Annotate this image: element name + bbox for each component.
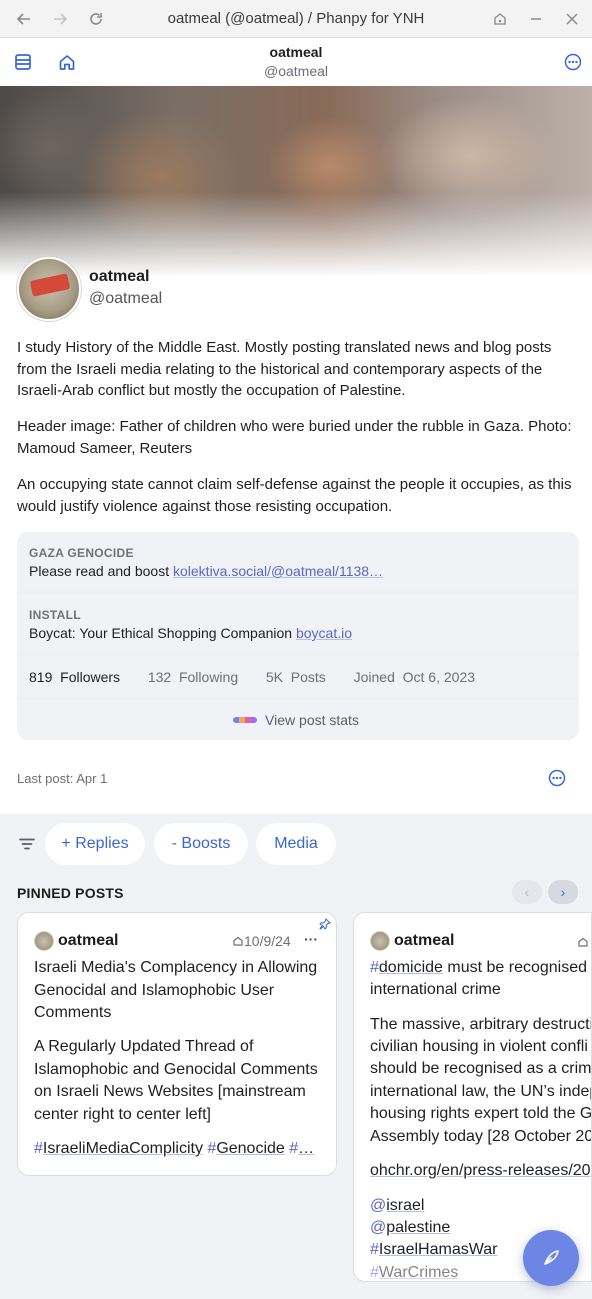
header-handle: @oatmeal	[263, 63, 329, 79]
stats-dots-icon	[233, 717, 258, 723]
post-timestamp[interactable]: 10/9/24	[232, 933, 291, 949]
pinned-posts-label: PINNED POSTS	[17, 885, 124, 901]
post-title: #domicide must be recognised	[370, 959, 588, 976]
post-body-line: Assembly today [28 October 20	[370, 1128, 592, 1145]
post-body-line: international law, the UN’s indep	[370, 1083, 592, 1100]
post-author[interactable]: oatmeal	[58, 932, 118, 950]
pinned-post-card[interactable]: oatmeal 10/9/24 ··· Israeli Media's Comp…	[17, 912, 337, 1176]
following-count: 132	[147, 669, 172, 685]
field-link[interactable]: boycat.io	[296, 625, 352, 641]
hashtag-link[interactable]: #domicide	[370, 959, 443, 976]
post-title-line: international crime	[370, 981, 501, 998]
filter-bar: + Replies - Boosts Media	[0, 815, 592, 873]
hashtag-link[interactable]: #…	[289, 1140, 314, 1157]
post-body-line: should be recognised as a crim	[370, 1060, 592, 1077]
joined-label: Joined	[353, 669, 395, 685]
joined-date: Oct 6, 2023	[402, 669, 476, 685]
mention-link[interactable]: @israel	[370, 1195, 424, 1218]
post-body: A Regularly Updated Thread of Islamophob…	[34, 1038, 318, 1123]
post-body-line: civilian housing in violent confli	[370, 1038, 588, 1055]
field-value: Please read and boost kolektiva.social/@…	[29, 563, 384, 579]
profile-more-icon[interactable]	[547, 768, 567, 788]
view-post-stats-button[interactable]: View post stats	[0, 712, 592, 728]
profile-bio-paragraph: An occupying state cannot claim self-def…	[17, 476, 572, 515]
post-link[interactable]: ohchr.org/en/press-releases/20	[370, 1160, 591, 1183]
posts-count: 5K	[265, 669, 284, 685]
post-author[interactable]: oatmeal	[394, 932, 454, 950]
profile-field: GAZA GENOCIDE Please read and boost kole…	[17, 532, 579, 591]
post-body-line: housing rights expert told the G	[370, 1105, 592, 1122]
profile-header-image[interactable]	[0, 86, 592, 282]
replies-filter-chip[interactable]: + Replies	[45, 823, 145, 865]
reload-icon[interactable]	[86, 9, 106, 29]
feather-icon	[544, 1250, 559, 1265]
window-titlebar: oatmeal (@oatmeal) / Phanpy for YNH	[0, 0, 592, 38]
filter-icon[interactable]	[17, 834, 37, 854]
post-avatar[interactable]	[34, 931, 54, 951]
profile-avatar[interactable]	[17, 257, 81, 321]
field-value: Boycat: Your Ethical Shopping Companion …	[29, 625, 353, 641]
profile-stats: 819 Followers 132 Following 5K Posts Joi…	[29, 669, 475, 685]
followers-count: 819	[29, 669, 53, 685]
hashtag-link[interactable]: #Genocide	[207, 1140, 284, 1157]
profile-field: INSTALL Boycat: Your Ethical Shopping Co…	[17, 594, 579, 653]
visibility-icon	[577, 935, 589, 947]
field-key: GAZA GENOCIDE	[29, 546, 134, 560]
boosts-filter-chip[interactable]: - Boosts	[154, 823, 248, 865]
post-title: Israeli Media's Complacency in Allowing …	[34, 959, 318, 1021]
profile-bio-paragraph: I study History of the Middle East. Most…	[17, 339, 552, 399]
app-header: oatmeal @oatmeal	[0, 38, 592, 86]
media-filter-chip[interactable]: Media	[256, 823, 336, 865]
post-avatar[interactable]	[370, 931, 390, 951]
followers-label: Followers	[60, 669, 121, 685]
profile-display-name: oatmeal	[89, 268, 150, 285]
compose-button[interactable]	[523, 1230, 579, 1286]
following-label: Following	[178, 669, 239, 685]
following-link[interactable]: 132 Following	[148, 669, 238, 685]
header-name: oatmeal	[269, 44, 323, 60]
posts-link[interactable]: 5K Posts	[266, 669, 326, 685]
pin-icon	[319, 917, 331, 930]
more-options-icon[interactable]	[562, 51, 584, 73]
last-post-info: Last post: Apr 1	[17, 771, 108, 786]
profile-fields: GAZA GENOCIDE Please read and boost kole…	[17, 532, 579, 740]
mention-link[interactable]: @palestine	[370, 1217, 450, 1240]
forward-icon[interactable]	[50, 9, 70, 29]
field-link[interactable]: kolektiva.social/@oatmeal/1138…	[173, 563, 383, 579]
hashtag-link[interactable]: #IsraelHamasWar	[370, 1239, 497, 1262]
window-title: oatmeal (@oatmeal) / Phanpy for YNH	[167, 10, 425, 27]
close-icon[interactable]	[562, 9, 582, 29]
back-icon[interactable]	[14, 9, 34, 29]
followers-link[interactable]: 819 Followers	[29, 669, 120, 685]
profile-handle: @oatmeal	[89, 290, 163, 307]
post-hashtags: #IsraeliMediaComplicity #Genocide #…	[34, 1138, 330, 1161]
post-body-line: The massive, arbitrary destructi	[370, 1016, 592, 1033]
app-install-icon[interactable]	[490, 9, 510, 29]
posts-label: Posts	[290, 669, 326, 685]
hashtag-link[interactable]: #IsraeliMediaComplicity	[34, 1140, 203, 1157]
profile-bio-paragraph: Header image: Father of children who wer…	[17, 418, 572, 457]
pinned-next-button[interactable]: ›	[548, 880, 578, 904]
post-more-icon[interactable]: ···	[304, 931, 318, 947]
hashtag-link[interactable]: #WarCrimes	[370, 1262, 458, 1281]
visibility-icon	[233, 936, 243, 946]
pinned-post-card[interactable]: oatmeal #domicide must be recognised int…	[353, 912, 592, 1282]
field-key: INSTALL	[29, 608, 81, 622]
pinned-prev-button[interactable]: ‹	[512, 880, 542, 904]
minimize-icon[interactable]	[526, 9, 546, 29]
